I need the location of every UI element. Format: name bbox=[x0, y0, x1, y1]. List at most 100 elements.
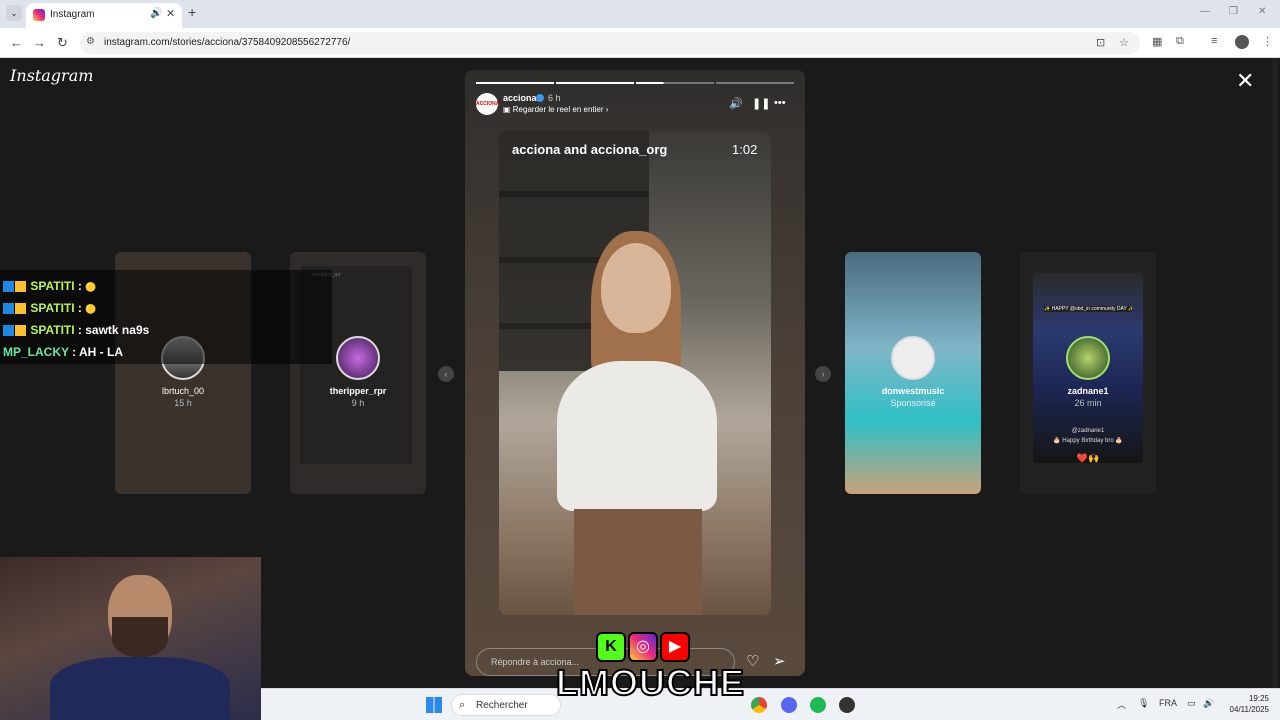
story-username[interactable]: acciona bbox=[503, 93, 537, 103]
chat-badge-icon bbox=[3, 325, 14, 337]
browser-tab-bar: ⌄ Instagram 🔊 ✕ + — ❐ ✕ bbox=[0, 0, 1280, 28]
clock-time: 19:25 bbox=[1248, 694, 1269, 703]
address-bar[interactable]: ⚙ instagram.com/stories/acciona/37584092… bbox=[80, 32, 1140, 54]
volume-icon[interactable]: 🔊 bbox=[729, 97, 743, 110]
more-options-icon[interactable]: ••• bbox=[774, 97, 786, 109]
reel-icon: ▣ bbox=[503, 105, 513, 114]
youtube-logo-icon: ▶ bbox=[660, 632, 690, 662]
reload-icon[interactable]: ↻ bbox=[57, 35, 68, 51]
back-arrow-icon[interactable]: ← bbox=[10, 35, 23, 50]
watch-full-reel-link[interactable]: ▣ Regarder le reel en entier › bbox=[503, 105, 608, 114]
chevron-right-icon: › bbox=[603, 105, 609, 114]
instagram-logo[interactable]: Instagram bbox=[10, 66, 93, 85]
obs-icon[interactable] bbox=[839, 697, 855, 713]
taskbar-clock[interactable]: 19:25 04/11/2025 bbox=[1225, 693, 1269, 715]
story-preview-zadnane[interactable]: ✨ HAPPY @obd_in community DAY ✨ zadnane1… bbox=[1020, 252, 1156, 494]
preview-username: lbrtuch_00 bbox=[161, 386, 205, 396]
taskbar-search[interactable]: ⌕ Rechercher bbox=[451, 694, 561, 716]
chat-message: SPATITI : 🟡 bbox=[3, 301, 96, 315]
microphone-icon[interactable]: 🎙 bbox=[1138, 698, 1149, 709]
story-preview-donwestmusic[interactable]: donwestmusic Sponsorisé bbox=[845, 252, 981, 494]
reel-duration: 1:02 bbox=[732, 142, 758, 157]
chrome-icon[interactable] bbox=[751, 697, 767, 713]
browser-toolbar: ← → ↻ ⚙ instagram.com/stories/acciona/37… bbox=[0, 28, 1280, 58]
chat-text: AH - LA bbox=[79, 345, 124, 359]
next-story-arrow-icon[interactable]: › bbox=[815, 366, 831, 382]
chat-username: SPATITI bbox=[30, 279, 75, 293]
preview-avatar bbox=[1066, 336, 1110, 380]
chat-badge-icon bbox=[15, 325, 26, 337]
minimize-icon[interactable]: — bbox=[1200, 6, 1210, 17]
menu-dots-icon[interactable]: ⋮ bbox=[1262, 35, 1273, 48]
screen: ⌄ Instagram 🔊 ✕ + — ❐ ✕ ← → ↻ ⚙ instagra… bbox=[0, 0, 1280, 720]
story-time: 6 h bbox=[548, 93, 561, 103]
bookmark-star-icon[interactable]: ☆ bbox=[1119, 36, 1129, 49]
preview-banner: ✨ HAPPY @obd_in community DAY ✨ bbox=[1044, 306, 1132, 312]
language-indicator[interactable]: FRA bbox=[1159, 698, 1177, 708]
story-progress-segment bbox=[716, 82, 794, 84]
verified-badge-icon bbox=[536, 94, 544, 102]
chat-username: SPATITI bbox=[30, 301, 75, 315]
tray-chevron-up-icon[interactable]: ︿ bbox=[1117, 698, 1126, 711]
chat-text: sawtk na9s bbox=[85, 323, 150, 337]
preview-sponsored: Sponsorisé bbox=[890, 398, 936, 408]
preview-username: theripper_rpr bbox=[329, 386, 387, 396]
tab-title: Instagram bbox=[50, 9, 95, 20]
emote-icon: 🟡 bbox=[85, 282, 97, 292]
preview-caption: @zadnane1 bbox=[1071, 428, 1105, 434]
webcam-shirt bbox=[50, 657, 230, 720]
preview-avatar bbox=[336, 336, 380, 380]
chat-badge-icon bbox=[3, 303, 14, 315]
profile-avatar-icon[interactable] bbox=[1235, 35, 1249, 49]
share-send-icon[interactable]: ➢ bbox=[773, 652, 786, 670]
chat-badge-icon bbox=[3, 281, 14, 293]
story-progress-segment-active bbox=[636, 82, 714, 84]
video-person-top bbox=[557, 361, 717, 511]
media-control-icon[interactable]: ≡ bbox=[1211, 35, 1217, 47]
windows-start-icon[interactable] bbox=[426, 697, 442, 713]
preview-caption-2: 🎂 Happy Birthday bro 🎂 bbox=[1053, 438, 1123, 444]
chat-message: SPATITI : 🟡 bbox=[3, 279, 96, 293]
maximize-icon[interactable]: ❐ bbox=[1229, 6, 1238, 17]
clock-date: 04/11/2025 bbox=[1229, 705, 1269, 714]
story-avatar[interactable]: ACCIONA bbox=[476, 93, 499, 115]
site-info-icon[interactable]: ⚙ bbox=[86, 36, 95, 47]
new-tab-icon[interactable]: + bbox=[188, 4, 196, 20]
preview-username: donwestmusic bbox=[881, 386, 945, 396]
streamer-brand-logo: LMOUCHE bbox=[555, 661, 745, 704]
discord-icon[interactable] bbox=[781, 697, 797, 713]
preview-time: 26 min bbox=[1074, 398, 1102, 408]
install-app-icon[interactable]: ⊡ bbox=[1096, 36, 1105, 49]
preview-time: 15 h bbox=[174, 398, 192, 408]
preview-username: zadnane1 bbox=[1067, 386, 1109, 396]
tab-search-button[interactable]: ⌄ bbox=[6, 5, 22, 21]
emote-icon: 🟡 bbox=[85, 304, 97, 314]
tab-close-icon[interactable]: ✕ bbox=[166, 7, 175, 20]
network-icon[interactable]: ▭ bbox=[1187, 698, 1196, 709]
pause-icon[interactable]: ❚❚ bbox=[752, 97, 770, 110]
video-person-pants bbox=[574, 509, 702, 615]
chat-message: SPATITI : sawtk na9s bbox=[3, 323, 149, 337]
preview-emoji: ❤️🙌 bbox=[1076, 453, 1100, 463]
speaker-icon[interactable]: 🔊 bbox=[150, 8, 162, 19]
scrollbar[interactable] bbox=[1272, 58, 1278, 688]
reel-video[interactable]: acciona and acciona_org 1:02 bbox=[499, 131, 771, 615]
windows-taskbar: ⌕ Rechercher ︿ 🎙 FRA ▭ 🔊 19:25 04/11/202… bbox=[261, 688, 1280, 720]
volume-tray-icon[interactable]: 🔊 bbox=[1203, 698, 1214, 709]
spotify-icon[interactable] bbox=[810, 697, 826, 713]
previous-story-arrow-icon[interactable]: ‹ bbox=[438, 366, 454, 382]
chat-badge-icon bbox=[15, 281, 26, 293]
qr-code-icon[interactable]: ▦ bbox=[1152, 35, 1162, 48]
story-progress-segment bbox=[476, 82, 554, 84]
preview-avatar bbox=[891, 336, 935, 380]
streamer-webcam bbox=[0, 557, 261, 720]
browser-tab-instagram[interactable]: Instagram 🔊 ✕ bbox=[26, 3, 182, 28]
close-stories-icon[interactable]: ✕ bbox=[1236, 68, 1254, 94]
window-close-icon[interactable]: ✕ bbox=[1258, 6, 1266, 17]
like-heart-icon[interactable]: ♡ bbox=[746, 652, 759, 670]
url-text: instagram.com/stories/acciona/3758409208… bbox=[104, 37, 351, 48]
extensions-icon[interactable]: ⧉ bbox=[1176, 35, 1184, 48]
story-viewer[interactable]: ACCIONA acciona 6 h ▣ Regarder le reel e… bbox=[465, 70, 805, 676]
instagram-logo-icon: ◎ bbox=[628, 632, 658, 662]
forward-arrow-icon[interactable]: → bbox=[33, 35, 46, 50]
